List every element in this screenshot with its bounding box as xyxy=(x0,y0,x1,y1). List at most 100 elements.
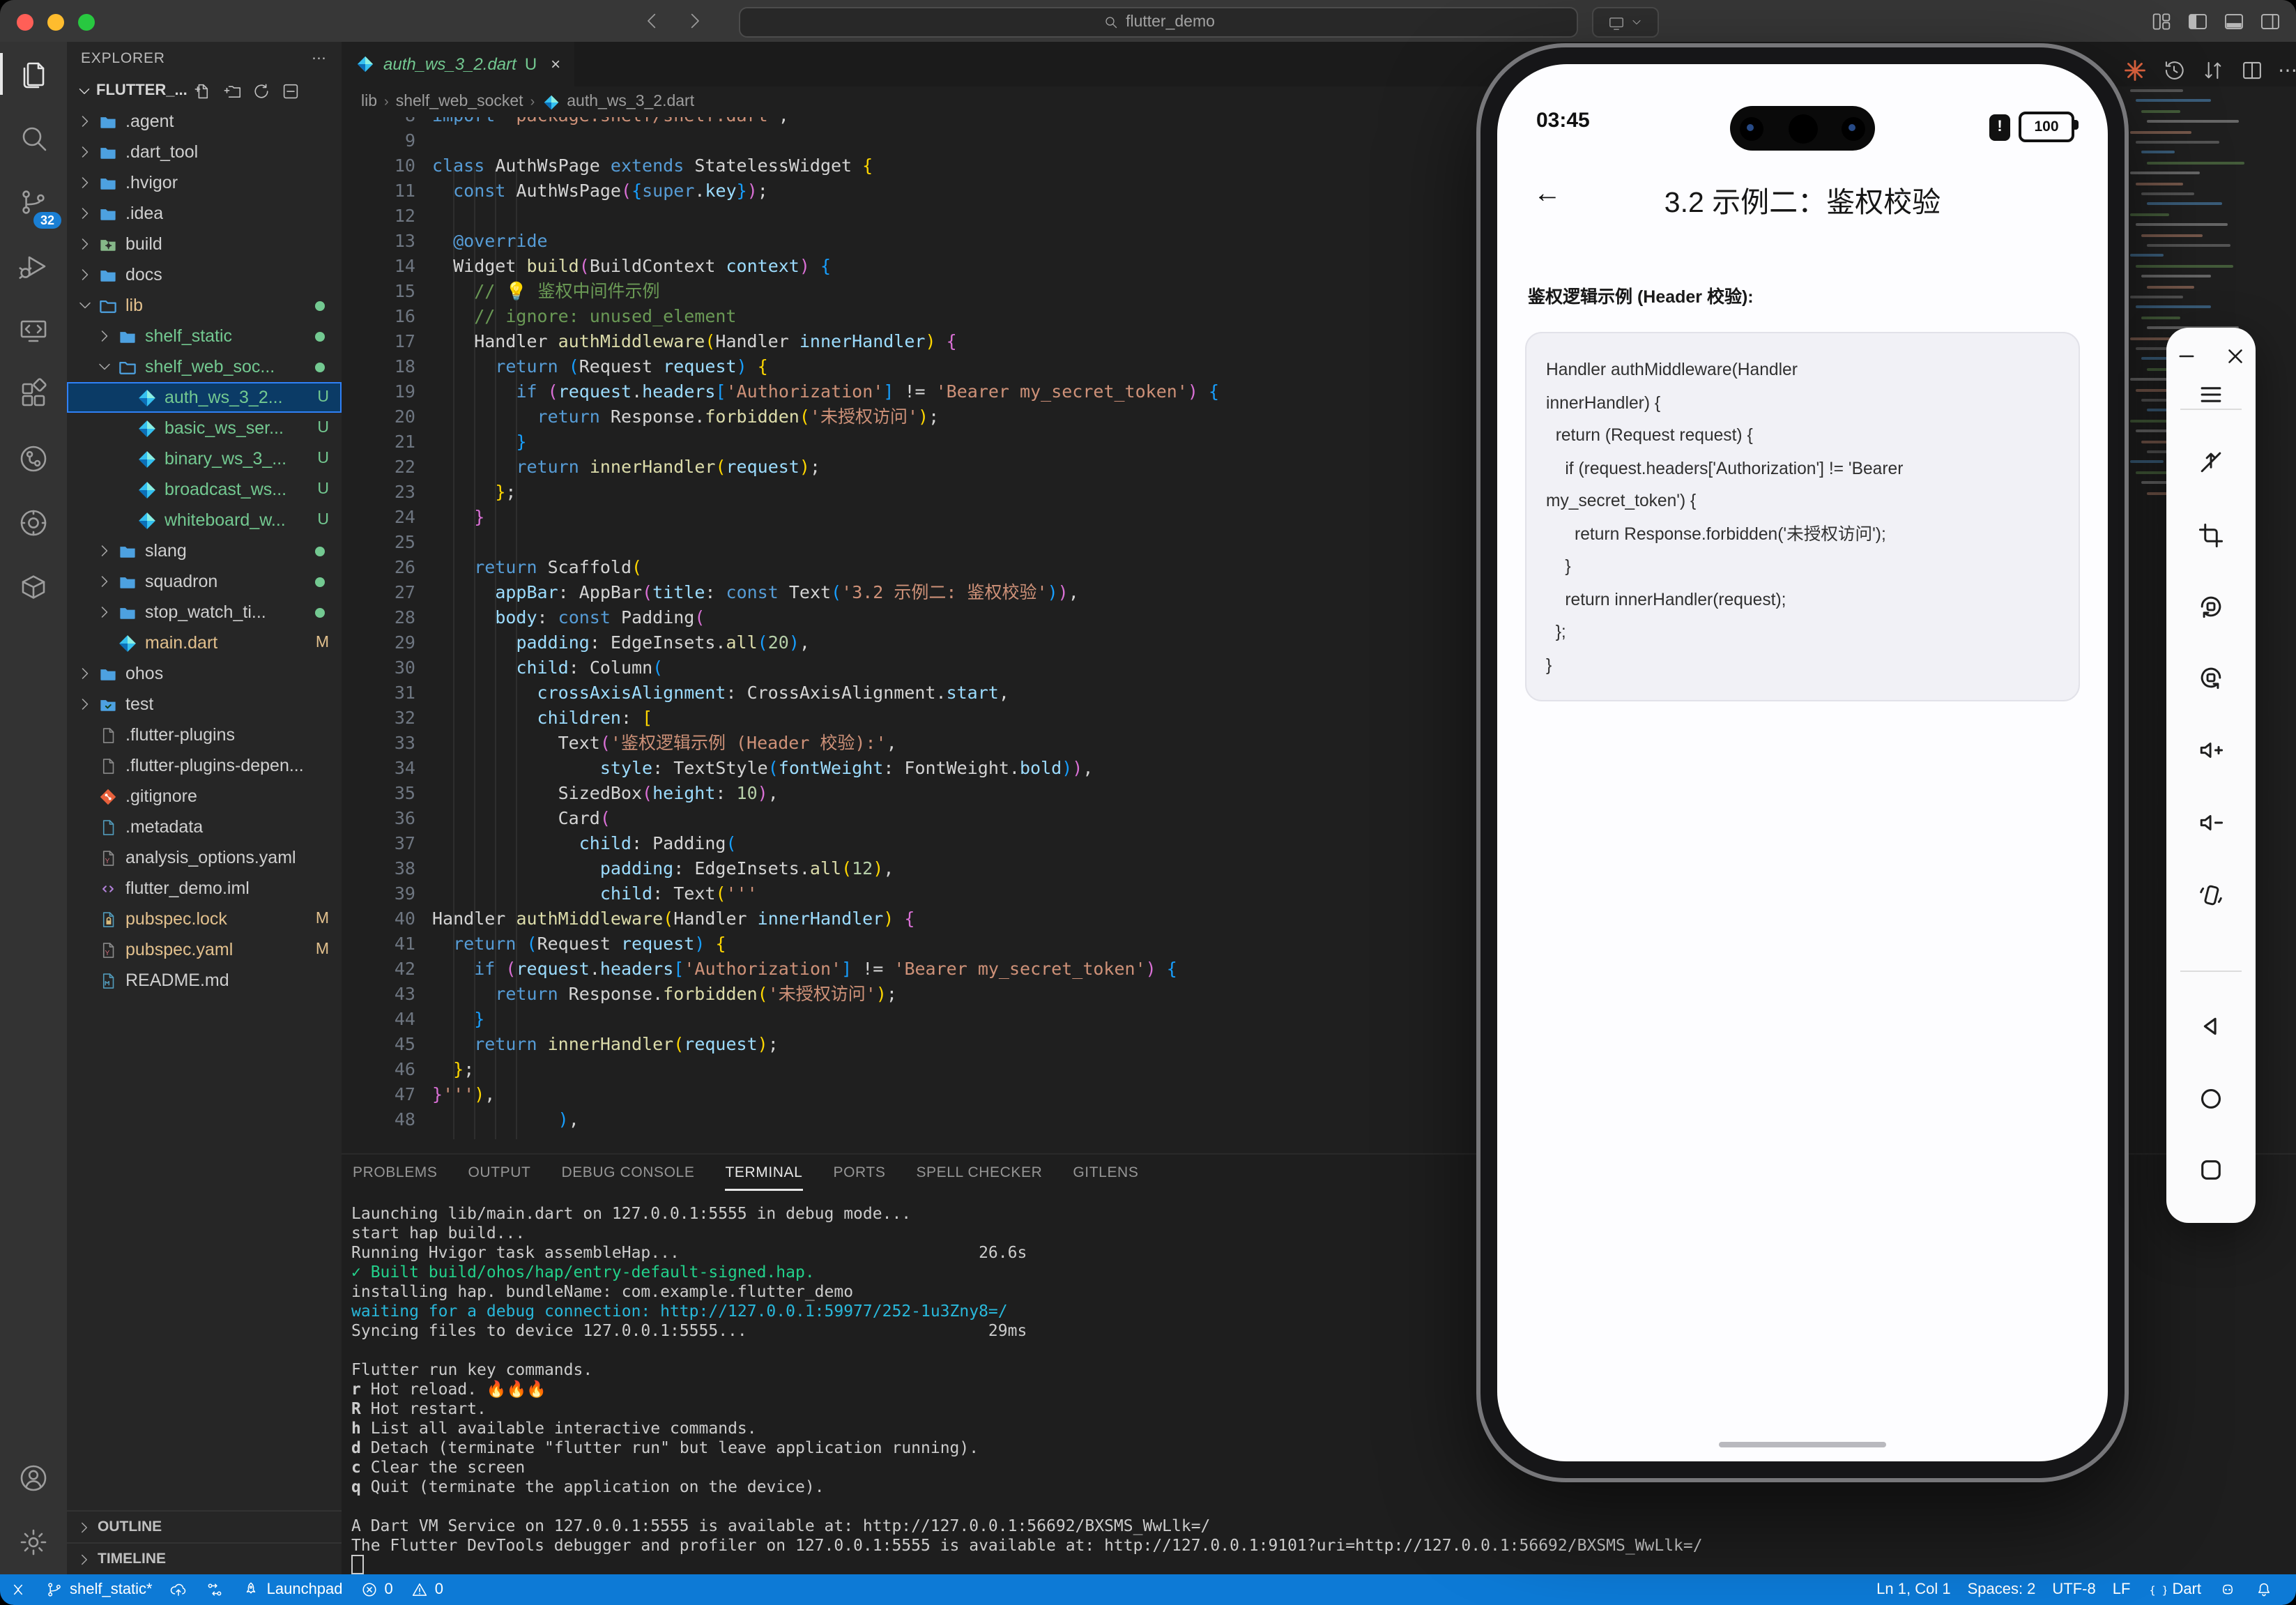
close-icon[interactable] xyxy=(2224,344,2247,368)
crop-icon[interactable] xyxy=(2196,520,2226,551)
tree-item-readme-md[interactable]: README.md xyxy=(67,965,342,996)
zoom-window-button[interactable] xyxy=(78,14,95,31)
tree-item-flutter-demo-iml[interactable]: flutter_demo.iml xyxy=(67,873,342,904)
line-number[interactable]: 9 xyxy=(342,128,415,153)
refresh-icon[interactable] xyxy=(252,80,273,101)
tree-item-basic-ws-ser-[interactable]: basic_ws_ser... U xyxy=(67,413,342,443)
tree-item--hvigor[interactable]: .hvigor xyxy=(67,167,342,198)
line-number[interactable]: 22 xyxy=(342,455,415,480)
activity-remote-explorer[interactable] xyxy=(0,298,67,363)
activity-settings-gear[interactable] xyxy=(0,1510,67,1574)
line-number[interactable]: 39 xyxy=(342,881,415,906)
tree-item-pubspec-lock[interactable]: pubspec.lock M xyxy=(67,904,342,934)
line-number[interactable]: 17 xyxy=(342,329,415,354)
line-number[interactable]: 33 xyxy=(342,731,415,756)
chevron-right-icon[interactable] xyxy=(75,204,95,223)
activity-search[interactable] xyxy=(0,106,67,170)
home-indicator[interactable] xyxy=(1719,1441,1886,1447)
line-number[interactable]: 28 xyxy=(342,605,415,630)
chevron-down-icon[interactable] xyxy=(95,357,114,376)
status-launchpad[interactable]: Launchpad xyxy=(234,1574,351,1605)
chevron-right-icon[interactable] xyxy=(75,664,95,683)
line-number[interactable]: 32 xyxy=(342,706,415,731)
line-number[interactable]: 30 xyxy=(342,655,415,680)
activity-account[interactable] xyxy=(0,1446,67,1510)
panel-tab-debug-console[interactable]: DEBUG CONSOLE xyxy=(561,1155,694,1191)
line-number[interactable]: 10 xyxy=(342,153,415,178)
line-number[interactable]: 8 xyxy=(342,117,415,128)
chevron-right-icon[interactable] xyxy=(75,173,95,192)
rotate-ccw-icon[interactable] xyxy=(2196,591,2226,622)
tree-item-shelf-web-soc-[interactable]: shelf_web_soc... xyxy=(67,351,342,382)
line-number[interactable]: 19 xyxy=(342,379,415,404)
breadcrumb-item[interactable]: shelf_web_socket xyxy=(396,93,523,110)
panel-tab-spell-checker[interactable]: SPELL CHECKER xyxy=(916,1155,1042,1191)
panel-tab-ports[interactable]: PORTS xyxy=(833,1155,885,1191)
tab-auth-ws-3-2-dart[interactable]: auth_ws_3_2.dart U × xyxy=(342,42,575,86)
panel-tab-problems[interactable]: PROBLEMS xyxy=(353,1155,438,1191)
activity-files[interactable] xyxy=(0,42,67,106)
navigate-forward-icon[interactable] xyxy=(683,10,705,32)
line-number[interactable]: 40 xyxy=(342,906,415,931)
tree-item-docs[interactable]: docs xyxy=(67,259,342,290)
line-number[interactable]: 46 xyxy=(342,1057,415,1082)
line-number[interactable]: 16 xyxy=(342,304,415,329)
line-number[interactable]: 13 xyxy=(342,229,415,254)
line-number[interactable]: 11 xyxy=(342,178,415,204)
status-utf-8[interactable]: UTF-8 xyxy=(2044,1574,2104,1605)
tree-item-binary-ws-3-[interactable]: binary_ws_3_... U xyxy=(67,443,342,474)
tree-item-shelf-static[interactable]: shelf_static xyxy=(67,321,342,351)
line-number[interactable]: 38 xyxy=(342,856,415,881)
breadcrumb-item[interactable]: lib xyxy=(361,93,377,110)
split-editor-icon[interactable] xyxy=(2239,57,2265,84)
activity-run-debug[interactable] xyxy=(0,234,67,298)
line-number[interactable]: 36 xyxy=(342,806,415,831)
shake-device-icon[interactable] xyxy=(2196,880,2226,911)
line-number[interactable]: 12 xyxy=(342,204,415,229)
panel-left-toggle-icon[interactable] xyxy=(2186,10,2210,33)
chevron-right-icon[interactable] xyxy=(95,326,114,346)
line-number[interactable]: 25 xyxy=(342,530,415,555)
panel-tab-gitlens[interactable]: GITLENS xyxy=(1073,1155,1138,1191)
status-cloud-up[interactable] xyxy=(161,1574,197,1605)
tree-item-ohos[interactable]: ohos xyxy=(67,658,342,689)
navigate-back-icon[interactable] xyxy=(641,10,664,32)
line-number[interactable]: 27 xyxy=(342,580,415,605)
section-outline[interactable]: OUTLINE xyxy=(67,1510,342,1542)
tree-item-broadcast-ws-[interactable]: broadcast_ws... U xyxy=(67,474,342,505)
tree-item--metadata[interactable]: .metadata xyxy=(67,812,342,842)
chevron-right-icon[interactable] xyxy=(95,541,114,561)
status-ln-1-col-1[interactable]: Ln 1, Col 1 xyxy=(1868,1574,1959,1605)
volume-down-icon[interactable] xyxy=(2196,807,2226,838)
minimize-icon[interactable] xyxy=(2175,344,2198,368)
status-compare-changes[interactable] xyxy=(197,1574,234,1605)
tree-item--gitignore[interactable]: .gitignore xyxy=(67,781,342,812)
new-folder-icon[interactable] xyxy=(222,80,243,101)
tree-item-pubspec-yaml[interactable]: Ypubspec.yaml M xyxy=(67,934,342,965)
tree-item-slang[interactable]: slang xyxy=(67,535,342,566)
workspace-section-title[interactable]: FLUTTER_... xyxy=(96,82,187,99)
nav-recents-icon[interactable] xyxy=(2196,1155,2226,1185)
history-icon[interactable] xyxy=(2161,57,2187,84)
line-number[interactable]: 48 xyxy=(342,1107,415,1132)
line-number[interactable]: 26 xyxy=(342,555,415,580)
close-window-button[interactable] xyxy=(17,14,33,31)
screencast-dropdown[interactable] xyxy=(1592,7,1659,38)
tree-item-main-dart[interactable]: main.dart M xyxy=(67,627,342,658)
panel-tab-output[interactable]: OUTPUT xyxy=(468,1155,531,1191)
status-shelf-static-[interactable]: shelf_static* xyxy=(36,1574,161,1605)
compare-editor-icon[interactable] xyxy=(2200,57,2226,84)
tree-item--dart-tool[interactable]: .dart_tool xyxy=(67,137,342,167)
line-number[interactable]: 18 xyxy=(342,354,415,379)
menu-icon[interactable] xyxy=(2196,379,2226,410)
touch-off-icon[interactable] xyxy=(2196,446,2226,477)
line-number[interactable]: 41 xyxy=(342,931,415,957)
chevron-right-icon[interactable] xyxy=(95,572,114,591)
close-tab-icon[interactable]: × xyxy=(551,54,560,74)
tree-item-test[interactable]: test xyxy=(67,689,342,720)
status-lf[interactable]: LF xyxy=(2104,1574,2139,1605)
panel-bottom-toggle-icon[interactable] xyxy=(2222,10,2246,33)
chevron-down-icon[interactable] xyxy=(75,296,95,315)
breadcrumb-item[interactable]: auth_ws_3_2.dart xyxy=(567,93,694,110)
activity-git-graph[interactable] xyxy=(0,427,67,491)
